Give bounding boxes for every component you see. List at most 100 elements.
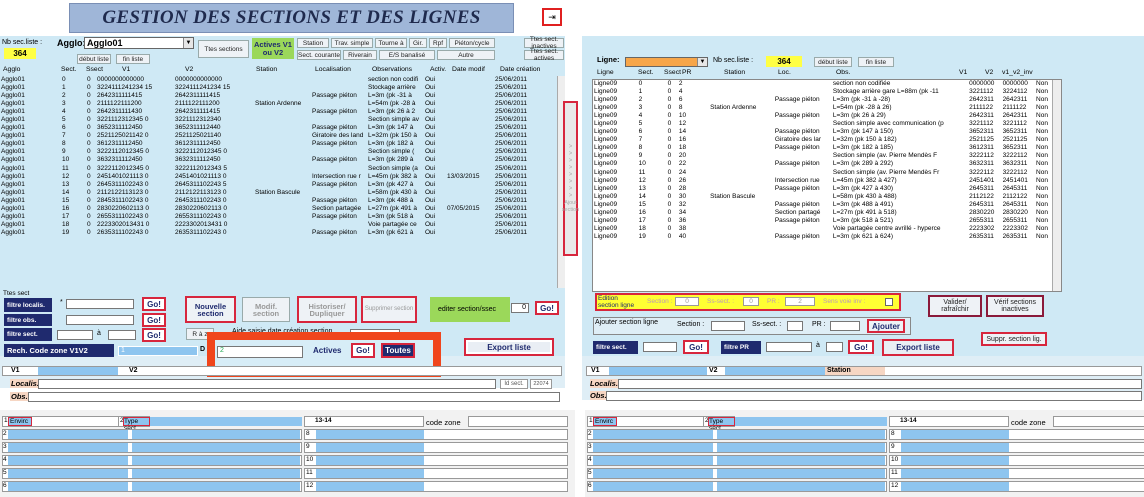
nouvelle-section-button[interactable]: Nouvelle section [185, 296, 236, 323]
historiser-button[interactable]: Historiser/ Dupliquer [297, 296, 357, 323]
table-row[interactable]: Ligne09 19 0 40 Passage piéton L=3m (pk 621 à… [593, 233, 1053, 241]
filter-trav-simple-button[interactable]: Trav. simple [331, 38, 373, 48]
filter-rpf-button[interactable]: Rpf [429, 38, 447, 48]
go-rech-button[interactable]: Go! [351, 343, 375, 358]
table-row[interactable]: Ligne09 3 0 8 Station Ardenne L=54m (pk -28 à… [593, 104, 1053, 112]
right-list-scrollbar[interactable] [1052, 80, 1061, 291]
bottom-field-mid[interactable] [132, 456, 300, 465]
go-editer-button[interactable]: Go! [535, 301, 559, 315]
editer-input[interactable]: 0 [511, 303, 529, 313]
ttes-actives-button[interactable]: Ttes sect. actives [524, 48, 564, 62]
right-fin-liste-button[interactable]: fin liste [858, 57, 894, 67]
table-row[interactable]: Agglo01 18 0 2223302013431 0 2223302013431 0… [0, 221, 557, 229]
table-row[interactable]: Ligne09 16 0 34 Section partagé L=27m (pk 491… [593, 209, 1053, 217]
door-exit-icon[interactable]: ⇥ [542, 8, 562, 26]
bottom-field-mid[interactable] [717, 443, 885, 452]
ajout-section-button[interactable]: > > > > > > > > Ajout section [562, 101, 579, 256]
ligne-select[interactable]: ▼ [625, 57, 708, 67]
filtre-pr-to-input[interactable] [826, 342, 843, 352]
table-row[interactable]: Ligne09 15 0 32 Passage piéton L=3m (pk 488 à… [593, 201, 1053, 209]
export-liste-button[interactable]: Export liste [464, 338, 554, 356]
bottom-field-left[interactable] [593, 443, 713, 452]
bottom-field-left[interactable] [593, 469, 713, 478]
bottom-field-left[interactable] [593, 456, 713, 465]
right-export-liste-button[interactable]: Export liste [882, 339, 954, 356]
go-sect-button[interactable]: Go! [142, 328, 166, 342]
bottom-field-left[interactable] [8, 443, 128, 452]
suppr-section-lig-button[interactable]: Suppr. section lig. [981, 332, 1047, 346]
agglo-select[interactable]: Agglo01 ▼ [84, 37, 194, 49]
bottom-field-left[interactable] [8, 469, 128, 478]
debut-liste-button[interactable]: début liste [77, 54, 111, 64]
right-localis-input[interactable] [618, 379, 1142, 389]
type-sect-field[interactable] [150, 417, 302, 426]
table-row[interactable]: Ligne09 4 0 10 Passage piéton L=3m (pk 26 à 2… [593, 112, 1053, 120]
ajouter-section-input[interactable] [711, 321, 745, 331]
bottom-field-left[interactable] [8, 430, 128, 439]
table-row[interactable]: Agglo01 12 0 2451401021113 0 2451401021113 0… [0, 173, 557, 181]
table-row[interactable]: Ligne09 1 0 4 Stockage arrière gare L=88m (p… [593, 88, 1053, 96]
table-row[interactable]: Ligne09 13 0 28 Passage piéton L=3m (pk 427 à… [593, 185, 1053, 193]
filtre-obs-input[interactable] [66, 315, 134, 325]
table-row[interactable]: Ligne09 14 0 30 Station Bascule L=58m (pk 430… [593, 193, 1053, 201]
bottom-field-mid[interactable] [717, 469, 885, 478]
right-obs-input[interactable] [606, 391, 1142, 401]
bottom-field-right[interactable] [901, 443, 1009, 452]
table-row[interactable]: Agglo01 19 0 2635311102243 0 2635311102243 0… [0, 229, 557, 237]
table-row[interactable]: Agglo01 4 0 2642311111430 2642311111415 Passa… [0, 108, 557, 116]
right-v2-field[interactable] [725, 367, 825, 375]
table-row[interactable]: Ligne09 8 0 18 Passage piéton L=3m (pk 182 à … [593, 144, 1053, 152]
bottom-field-right[interactable] [316, 482, 424, 491]
bottom-field-mid[interactable] [717, 456, 885, 465]
valider-button[interactable]: Valider/ rafraîchir [928, 295, 982, 317]
type-sect-label[interactable]: Type sect. [123, 417, 150, 432]
go-obs-button[interactable]: Go! [142, 313, 166, 327]
table-row[interactable]: Ligne09 17 0 36 Passage piéton L=3m (pk 518 à… [593, 217, 1053, 225]
right-v1-field[interactable] [609, 367, 707, 375]
rech-code-input[interactable]: 1 [118, 346, 198, 356]
right-go-sect-button[interactable]: Go! [683, 340, 709, 354]
edition-section-input[interactable]: 0 [675, 297, 699, 306]
supprimer-button[interactable]: Supprimer section [361, 296, 417, 323]
table-row[interactable]: Agglo01 17 0 2655311102243 0 2655311102243 0… [0, 213, 557, 221]
v1-field[interactable] [38, 367, 118, 375]
table-row[interactable]: Ligne09 0 0 2 section non codifiée 0000000 000… [593, 80, 1053, 88]
filter-gir-button[interactable]: Gir. [409, 38, 427, 48]
table-row[interactable]: Agglo01 11 0 3222112012345 0 3222112012343 5… [0, 165, 557, 173]
ttes-sections-button[interactable]: Ttes sections [198, 40, 249, 58]
toutes-button[interactable]: Toutes [381, 343, 415, 358]
bottom-field-right[interactable] [316, 456, 424, 465]
filter-station-button[interactable]: Station [297, 38, 329, 48]
bottom-field-mid[interactable] [717, 482, 885, 491]
filter-riverain-button[interactable]: Riverain [343, 50, 377, 60]
localis-input[interactable] [38, 379, 496, 389]
bottom-field-mid[interactable] [717, 430, 885, 439]
bottom-field-mid[interactable] [132, 430, 300, 439]
go-localis-button[interactable]: Go! [142, 297, 166, 311]
chevron-down-icon[interactable]: ▼ [183, 38, 193, 48]
ajouter-button[interactable]: Ajouter [867, 319, 905, 333]
right-filtre-sect-input[interactable] [643, 342, 677, 352]
fin-liste-button[interactable]: fin liste [116, 54, 150, 64]
table-row[interactable]: Ligne09 10 0 22 Passage piéton L=3m (pk 289 à… [593, 160, 1053, 168]
table-row[interactable]: Agglo01 10 0 3632311112450 3632311112450 Pass… [0, 156, 557, 164]
table-row[interactable]: Agglo01 16 0 2830220602113 0 2830220602113 0… [0, 205, 557, 213]
bottom-field-right[interactable] [316, 443, 424, 452]
right-section-list[interactable]: Ligne09 0 0 2 section non codifiée 0000000 000… [592, 79, 1062, 292]
obs-input[interactable] [28, 392, 560, 402]
bottom-field-mid[interactable] [132, 469, 300, 478]
filtre-localis-input[interactable] [66, 299, 134, 309]
ajouter-ssect-input[interactable] [787, 321, 803, 331]
bottom-field-right[interactable] [316, 469, 424, 478]
edition-pr-input[interactable]: 2 [785, 297, 815, 306]
table-row[interactable]: Agglo01 7 0 2521125021142 0 2521125021140 Gir… [0, 132, 557, 140]
table-row[interactable]: Ligne09 12 0 26 Intersection rue L=45m (pk 38… [593, 177, 1053, 185]
verif-inactives-button[interactable]: Vérif sections inactives [986, 295, 1044, 317]
table-row[interactable]: Agglo01 0 0 0000000000000 0000000000000 secti… [0, 76, 557, 84]
code-zone-input[interactable] [1053, 416, 1144, 427]
right-go-pr-button[interactable]: Go! [848, 340, 874, 354]
filtre-sect-to-input[interactable] [108, 330, 136, 340]
bottom-field-left[interactable] [593, 430, 713, 439]
bottom-field-left[interactable] [8, 482, 128, 491]
bottom-field-left[interactable] [8, 456, 128, 465]
